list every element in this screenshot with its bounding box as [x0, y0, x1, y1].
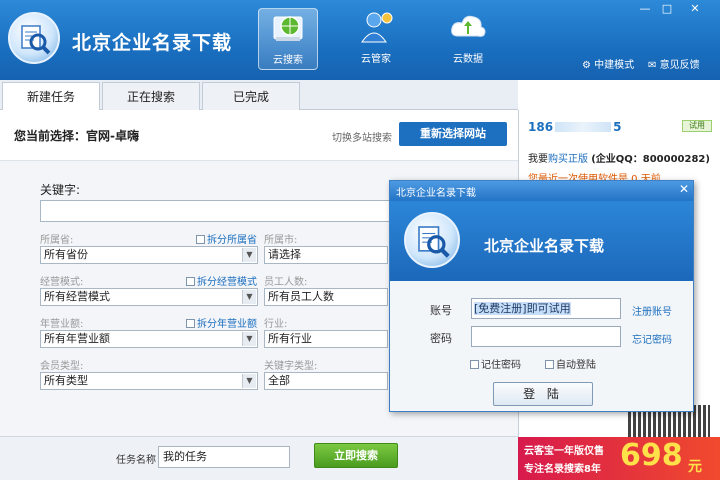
city-label: 所属市:	[264, 235, 298, 246]
task-name-label: 任务名称	[116, 455, 156, 466]
auto-login-checkbox[interactable]: 自动登陆	[545, 356, 596, 371]
password-input[interactable]	[471, 326, 621, 347]
reselect-site-button[interactable]: 重新选择网站	[399, 122, 507, 146]
keyword-label: 关键字:	[40, 183, 81, 197]
login-button[interactable]: 登 陆	[493, 382, 593, 406]
checkbox-icon	[196, 235, 205, 244]
buy-prefix: 我要	[528, 154, 548, 165]
province-label: 所属省:	[40, 235, 74, 246]
tab-new-task[interactable]: 新建任务	[2, 82, 100, 111]
mode-link[interactable]: ⚙ 中建模式	[582, 56, 634, 71]
member-type-value: 所有类型	[44, 374, 88, 387]
member-type-label: 会员类型:	[40, 361, 84, 372]
remember-password-label: 记住密码	[481, 360, 521, 371]
employees-value: 所有员工人数	[268, 290, 334, 303]
search-now-button[interactable]: 立即搜索	[314, 443, 398, 468]
trial-badge: 试用	[682, 120, 712, 132]
turnover-label: 年营业额:	[40, 319, 84, 330]
minimize-icon[interactable]: —	[636, 2, 654, 16]
province-select[interactable]: 所有省份 ▼	[40, 246, 258, 264]
manager-person-icon	[356, 10, 396, 46]
checkbox-icon	[186, 319, 195, 328]
promo-price: 698	[620, 438, 683, 473]
password-label: 密码	[430, 332, 452, 345]
current-selection: 您当前选择：官网-卓嗨	[14, 129, 139, 143]
forgot-password-link[interactable]: 忘记密码	[632, 331, 672, 346]
maximize-icon[interactable]: □	[658, 2, 676, 16]
close-icon[interactable]: ✕	[686, 2, 704, 16]
cloud-manager-button[interactable]: 云管家	[346, 8, 406, 70]
task-name-input[interactable]: 我的任务	[158, 446, 290, 468]
turnover-select[interactable]: 所有年营业额 ▼	[40, 330, 258, 348]
split-turnover-label: 拆分年营业额	[197, 319, 257, 330]
split-province-label: 拆分所属省	[207, 235, 257, 246]
account-value: [免费注册]即可试用	[474, 302, 571, 315]
keyword-type-value: 全部	[268, 374, 290, 387]
split-province-checkbox[interactable]: 拆分所属省	[196, 231, 257, 246]
dialog-close-icon[interactable]: ✕	[676, 181, 692, 197]
auto-login-label: 自动登陆	[556, 360, 596, 371]
industry-select[interactable]: 所有行业	[264, 330, 388, 348]
cloud-data-label: 云数据	[453, 54, 483, 65]
business-mode-label: 经营模式:	[40, 277, 84, 288]
business-mode-value: 所有经营模式	[44, 290, 110, 303]
feedback-link[interactable]: ✉ 意见反馈	[648, 56, 700, 71]
app-logo-icon	[8, 12, 60, 64]
dialog-app-title: 北京企业名录下载	[484, 237, 605, 255]
phone-mask	[555, 122, 612, 132]
cloud-manager-label: 云管家	[361, 54, 391, 65]
industry-label: 行业:	[264, 319, 288, 330]
chevron-down-icon: ▼	[242, 248, 256, 262]
keyword-type-label: 关键字类型:	[264, 361, 318, 372]
phone-suffix: 5	[613, 120, 622, 134]
city-select[interactable]: 请选择	[264, 246, 388, 264]
business-mode-select[interactable]: 所有经营模式 ▼	[40, 288, 258, 306]
buy-line: 我要购买正版 (企业QQ：800000282)	[528, 150, 710, 165]
split-business-mode-checkbox[interactable]: 拆分经营模式	[186, 273, 257, 288]
promo-unit: 元	[688, 459, 702, 475]
app-title: 北京企业名录下载	[72, 32, 233, 54]
chevron-down-icon: ▼	[242, 374, 256, 388]
feedback-label: 意见反馈	[659, 60, 700, 71]
remember-password-checkbox[interactable]: 记住密码	[470, 356, 521, 371]
mode-icon: ⚙	[582, 60, 591, 71]
mode-label: 中建模式	[594, 60, 635, 71]
checkbox-icon	[470, 360, 479, 369]
checkbox-icon	[545, 360, 554, 369]
employees-select[interactable]: 所有员工人数	[264, 288, 388, 306]
promo-line-2: 专注名录搜索8年	[524, 464, 601, 475]
dialog-title: 北京企业名录下载	[396, 188, 476, 199]
radar-search-icon	[268, 11, 308, 47]
province-value: 所有省份	[44, 248, 88, 261]
account-label: 账号	[430, 304, 452, 317]
feedback-icon: ✉	[648, 60, 657, 71]
keyword-input[interactable]	[40, 200, 400, 222]
cloud-search-button[interactable]: 云搜索	[258, 8, 318, 70]
split-business-mode-label: 拆分经营模式	[197, 277, 257, 288]
keyword-type-select[interactable]: 全部	[264, 372, 388, 390]
industry-value: 所有行业	[268, 332, 312, 345]
tab-searching[interactable]: 正在搜索	[102, 82, 200, 110]
split-turnover-checkbox[interactable]: 拆分年营业额	[186, 315, 257, 330]
buy-license-link[interactable]: 购买正版	[548, 154, 588, 165]
employees-label: 员工人数:	[264, 277, 308, 288]
register-link[interactable]: 注册账号	[632, 303, 672, 318]
chevron-down-icon: ▼	[242, 290, 256, 304]
account-phone: 186 5	[528, 120, 621, 134]
account-input[interactable]: [免费注册]即可试用	[471, 298, 621, 319]
city-value: 请选择	[268, 248, 301, 261]
switch-multi-site-link[interactable]: 切换多站搜索	[332, 129, 392, 144]
tab-completed[interactable]: 已完成	[202, 82, 300, 110]
enterprise-qq: (企业QQ：800000282)	[591, 154, 710, 165]
dialog-logo-icon	[404, 212, 460, 268]
promo-line-1: 云客宝一年版仅售	[524, 446, 604, 457]
turnover-value: 所有年营业额	[44, 332, 110, 345]
cloud-data-button[interactable]: 云数据	[438, 8, 498, 70]
chevron-down-icon: ▼	[242, 332, 256, 346]
cloud-data-icon	[448, 10, 488, 46]
checkbox-icon	[186, 277, 195, 286]
phone-prefix: 186	[528, 120, 554, 134]
cloud-search-label: 云搜索	[273, 55, 303, 66]
member-type-select[interactable]: 所有类型 ▼	[40, 372, 258, 390]
